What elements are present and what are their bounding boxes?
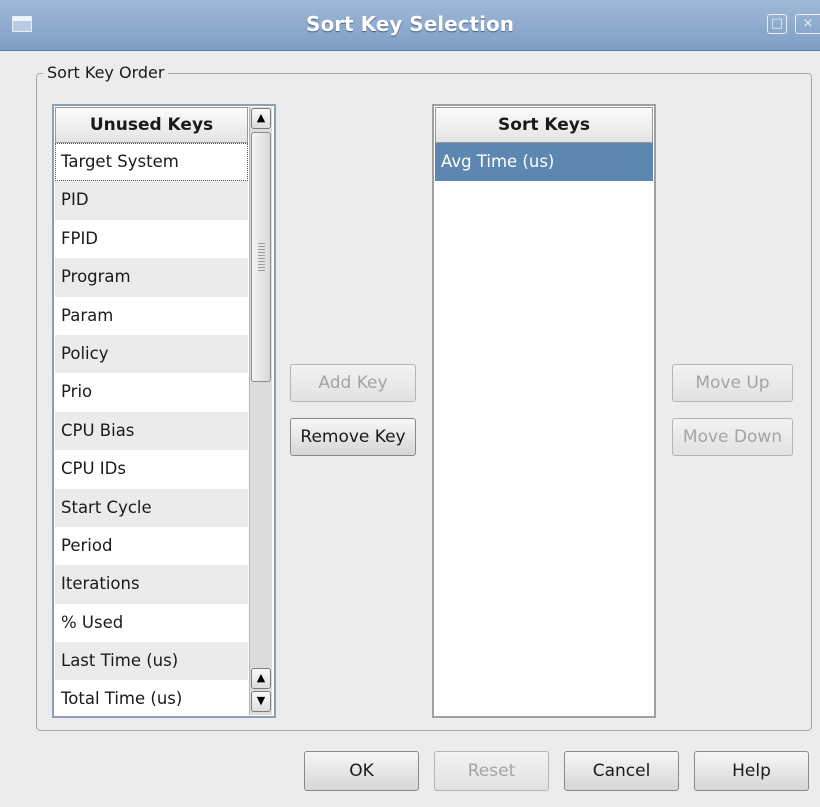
- add-key-button[interactable]: Add Key: [290, 364, 416, 402]
- move-down-button[interactable]: Move Down: [672, 418, 793, 456]
- unused-keys-header[interactable]: Unused Keys: [55, 107, 248, 143]
- title-bar[interactable]: Sort Key Selection □ ×: [0, 0, 820, 51]
- group-label: Sort Key Order: [43, 63, 169, 82]
- unused-key-item[interactable]: Total Time (us): [55, 680, 248, 716]
- sort-key-item[interactable]: Avg Time (us): [435, 143, 653, 182]
- scroll-up-icon[interactable]: ▲: [251, 668, 271, 689]
- unused-key-item[interactable]: CPU Bias: [55, 411, 248, 451]
- close-icon[interactable]: ×: [795, 14, 820, 34]
- unused-key-item[interactable]: Start Cycle: [55, 488, 248, 527]
- move-up-button[interactable]: Move Up: [672, 364, 793, 402]
- unused-key-item[interactable]: PID: [55, 181, 248, 220]
- scroll-up-icon[interactable]: ▲: [251, 108, 271, 129]
- unused-key-item[interactable]: FPID: [55, 220, 248, 258]
- unused-key-item[interactable]: Target System: [55, 143, 248, 182]
- unused-key-item[interactable]: CPU IDs: [55, 450, 248, 488]
- unused-key-item[interactable]: Iterations: [55, 565, 248, 604]
- unused-key-item[interactable]: Program: [55, 258, 248, 297]
- unused-key-item[interactable]: Last Time (us): [55, 642, 248, 681]
- cancel-button[interactable]: Cancel: [564, 751, 679, 791]
- unused-keys-scrollbar[interactable]: ▲ ▲ ▼: [249, 107, 272, 715]
- help-button[interactable]: Help: [694, 751, 809, 791]
- unused-key-item[interactable]: Param: [55, 297, 248, 335]
- reset-button[interactable]: Reset: [434, 751, 549, 791]
- unused-keys-list[interactable]: Unused Keys Target System PID FPID Program P…: [52, 104, 276, 718]
- unused-key-item[interactable]: % Used: [55, 604, 248, 642]
- window-title: Sort Key Selection: [306, 12, 514, 36]
- scroll-grip-icon: [258, 243, 265, 273]
- remove-key-button[interactable]: Remove Key: [290, 418, 416, 456]
- scroll-down-icon[interactable]: ▼: [251, 691, 271, 712]
- ok-button[interactable]: OK: [304, 751, 419, 791]
- unused-key-item[interactable]: Prio: [55, 373, 248, 411]
- maximize-icon[interactable]: □: [767, 14, 787, 34]
- unused-key-item[interactable]: Period: [55, 527, 248, 565]
- unused-key-item[interactable]: Policy: [55, 334, 248, 374]
- sort-keys-list[interactable]: Sort Keys Avg Time (us): [432, 104, 656, 718]
- sort-keys-header[interactable]: Sort Keys: [435, 107, 653, 143]
- scroll-thumb[interactable]: [251, 132, 271, 382]
